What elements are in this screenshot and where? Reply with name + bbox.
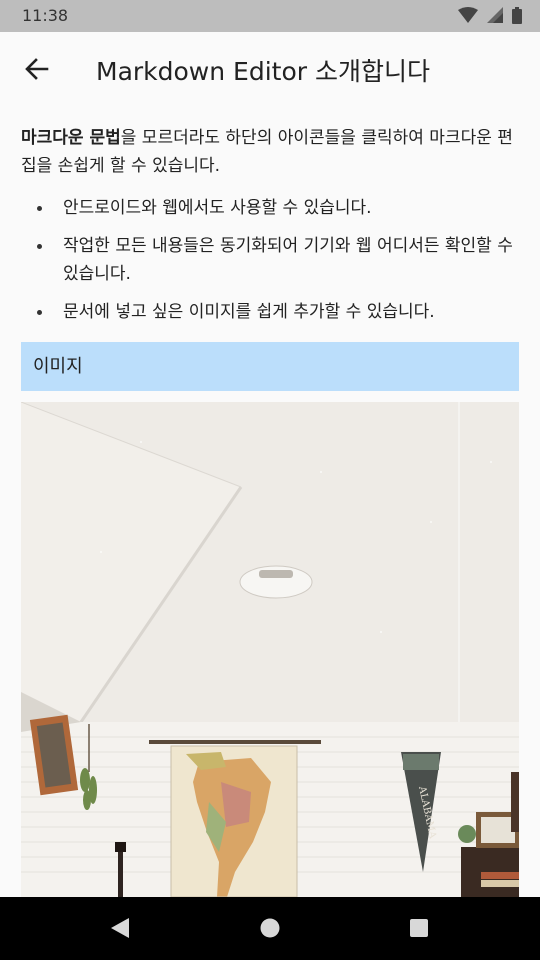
list-item-text: 작업한 모든 내용들은 동기화되어 기기와 웹 어디서든 확인할 수 있습니다.	[63, 236, 513, 284]
battery-icon	[512, 7, 522, 24]
list-item-text: 안드로이드와 웹에서도 사용할 수 있습니다.	[63, 198, 372, 218]
nav-recents-button[interactable]	[409, 917, 429, 943]
bullet-dot	[37, 244, 42, 249]
status-icons	[454, 7, 522, 25]
back-button[interactable]	[22, 54, 52, 84]
signal-icon	[486, 7, 503, 23]
status-time: 11:38	[22, 6, 69, 25]
status-bar: 11:38	[0, 0, 540, 32]
system-nav-bar	[0, 897, 540, 960]
image-section-header: 이미지	[21, 342, 519, 391]
room-photo-illustration: ALABAMA	[21, 402, 519, 897]
room-photo[interactable]: ALABAMA	[21, 402, 519, 897]
intro-bold-text: 마크다운 문법	[21, 128, 121, 148]
bullet-list: 안드로이드와 웹에서도 사용할 수 있습니다. 작업한 모든 내용들은 동기화되…	[21, 194, 519, 326]
arrow-left-icon	[25, 58, 49, 80]
page-title: Markdown Editor 소개합니다	[96, 57, 430, 86]
nav-recents-icon	[410, 919, 428, 937]
nav-home-icon	[260, 918, 280, 938]
wifi-icon	[457, 7, 478, 23]
intro-paragraph: 마크다운 문법을 모르더라도 하단의 아이콘들을 클릭하여 마크다운 편집을 손…	[21, 124, 519, 180]
bullet-dot	[37, 206, 42, 211]
list-item: 문서에 넣고 싶은 이미지를 쉽게 추가할 수 있습니다.	[21, 298, 519, 326]
bullet-dot	[37, 310, 42, 315]
nav-home-button[interactable]	[260, 917, 280, 943]
list-item: 작업한 모든 내용들은 동기화되어 기기와 웹 어디서든 확인할 수 있습니다.	[21, 232, 519, 288]
document-content[interactable]: 마크다운 문법을 모르더라도 하단의 아이콘들을 클릭하여 마크다운 편집을 손…	[21, 124, 519, 336]
list-item: 안드로이드와 웹에서도 사용할 수 있습니다.	[21, 194, 519, 222]
nav-back-icon	[111, 918, 129, 938]
list-item-text: 문서에 넣고 싶은 이미지를 쉽게 추가할 수 있습니다.	[63, 302, 435, 322]
app-bar: Markdown Editor 소개합니다	[0, 32, 540, 106]
nav-back-button[interactable]	[110, 917, 130, 943]
